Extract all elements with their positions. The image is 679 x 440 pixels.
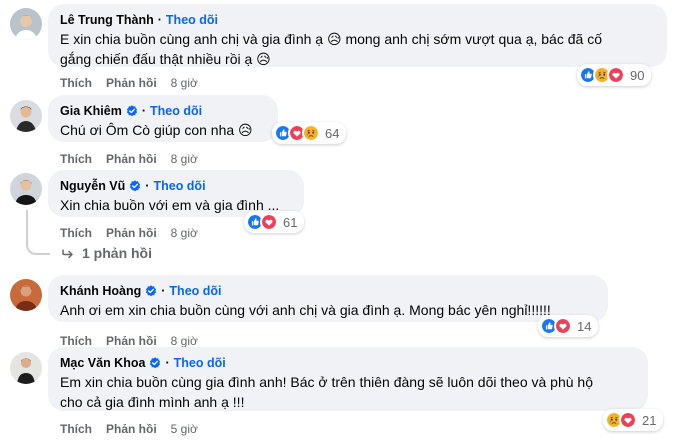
verified-badge-icon [145,285,157,297]
view-replies-button[interactable]: 1 phản hồi [62,245,152,261]
follow-button[interactable]: Theo dõi [153,178,205,194]
verified-badge-icon [129,180,141,192]
verified-badge-icon [149,357,161,369]
comment-time[interactable]: 8 giờ [171,76,198,90]
reply-button[interactable]: Phản hồi [106,226,157,240]
comment-actions: Thích Phản hồi 8 giờ [60,76,198,90]
reaction-summary[interactable]: 21 [603,409,664,431]
reply-button[interactable]: Phản hồi [106,334,157,348]
follow-button[interactable]: Theo dõi [150,103,202,119]
comment-text: gắng chiến đấu thật nhiều rồi ạ 😥 [60,51,271,67]
like-button[interactable]: Thích [60,226,92,240]
comment-actions: Thích Phản hồi 8 giờ [60,152,198,166]
love-icon [554,317,572,335]
verified-badge-icon [126,105,138,117]
avatar[interactable] [10,100,42,132]
reaction-count: 90 [630,67,645,83]
author-name[interactable]: Khánh Hoàng [60,283,141,299]
separator-dot: · [145,179,150,193]
like-button[interactable]: Thích [60,76,92,90]
comment-time[interactable]: 8 giờ [171,226,198,240]
reaction-count: 21 [642,412,657,428]
comment-text: Anh ơi em xin chia buồn cùng với anh chị… [60,302,551,318]
comment-actions: Thích Phản hồi 8 giờ [60,226,198,240]
reaction-count: 14 [577,318,592,334]
comment-actions: Thích Phản hồi 8 giờ [60,334,198,348]
reaction-summary[interactable]: 61 [244,211,305,233]
reaction-summary[interactable]: 64 [272,122,347,144]
separator-dot: · [161,284,166,298]
follow-button[interactable]: Theo dõi [166,12,218,28]
reply-thread-line [26,210,50,255]
comment-text: E xin chia buồn cùng anh chị và gia đình… [60,31,602,47]
separator-dot: · [165,356,170,370]
author-name[interactable]: Nguyễn Vũ [60,178,125,194]
comment-bubble: Khánh Hoàng · Theo dõi Anh ơi em xin chi… [48,275,608,322]
view-replies-label: 1 phản hồi [82,245,152,261]
separator-dot: · [157,13,162,27]
like-button[interactable]: Thích [60,422,92,436]
reply-button[interactable]: Phản hồi [106,152,157,166]
comment-text: cho cả gia đình mình anh ạ !!! [60,394,245,410]
reaction-count: 64 [325,125,340,141]
comment-text: Chú ơi Ôm Cò giúp con nha 😥 [60,122,253,138]
love-icon [619,411,637,429]
separator-dot: · [141,104,146,118]
sad-icon [302,124,320,142]
comment-text: Em xin chia buồn cùng gia đình anh! Bác … [60,374,593,390]
comment-bubble: Lê Trung Thành · Theo dõi E xin chia buồ… [48,4,667,67]
love-icon [260,213,278,231]
comment-bubble: Gia Khiêm · Theo dõi Chú ơi Ôm Cò giúp c… [48,95,278,142]
follow-button[interactable]: Theo dõi [169,283,221,299]
love-icon [607,66,625,84]
comment-actions: Thích Phản hồi 5 giờ [60,422,198,436]
reply-button[interactable]: Phản hồi [106,76,157,90]
reply-button[interactable]: Phản hồi [106,422,157,436]
avatar[interactable] [10,173,42,205]
author-name[interactable]: Gia Khiêm [60,103,122,119]
comment-bubble: Mạc Văn Khoa · Theo dõi Em xin chia buồn… [48,347,648,411]
reply-arrow-icon [62,249,73,259]
like-button[interactable]: Thích [60,334,92,348]
reaction-summary[interactable]: 14 [538,315,599,337]
comment-time[interactable]: 8 giờ [171,334,198,348]
like-button[interactable]: Thích [60,152,92,166]
avatar[interactable] [10,279,42,311]
comment-bubble: Nguyễn Vũ · Theo dõi Xin chia buồn với e… [48,170,304,217]
avatar[interactable] [10,352,42,384]
reaction-count: 61 [283,214,298,230]
follow-button[interactable]: Theo dõi [174,355,226,371]
author-name[interactable]: Lê Trung Thành [60,12,154,28]
comment-time[interactable]: 5 giờ [171,422,198,436]
comment-time[interactable]: 8 giờ [171,152,198,166]
avatar[interactable] [10,8,42,40]
author-name[interactable]: Mạc Văn Khoa [60,355,145,371]
reaction-summary[interactable]: 90 [577,64,652,86]
